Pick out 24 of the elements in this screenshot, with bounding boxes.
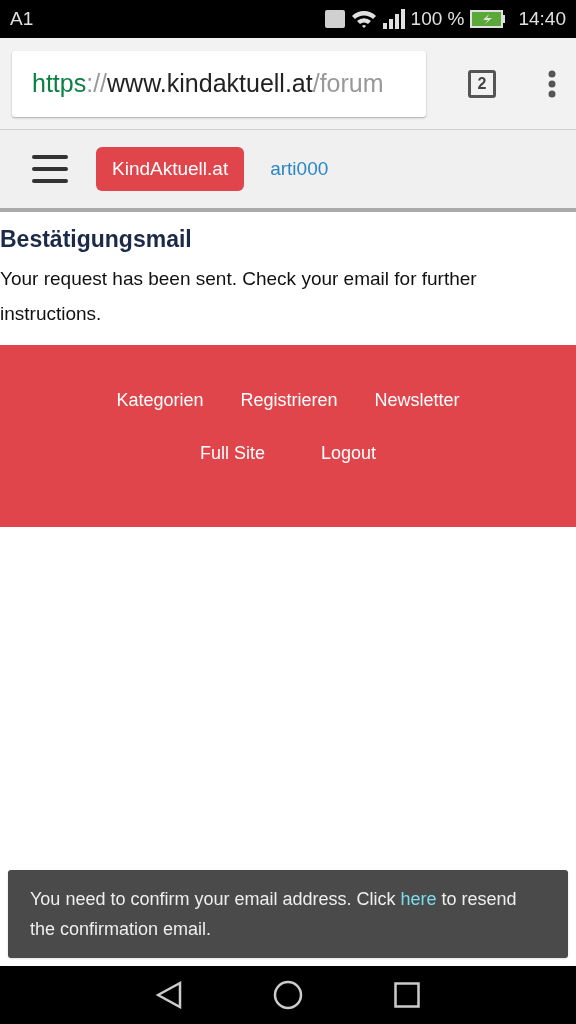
battery-icon	[470, 10, 507, 28]
tab-count-button[interactable]: 2	[468, 69, 496, 98]
carrier-label: A1	[10, 6, 34, 31]
resend-link[interactable]: here	[400, 889, 437, 909]
footer-link[interactable]: Kategorien	[116, 386, 204, 414]
footer-link[interactable]: Logout	[321, 439, 377, 467]
signal-icon	[382, 9, 405, 29]
home-icon[interactable]	[273, 980, 303, 1010]
footer-link[interactable]: Full Site	[199, 439, 265, 467]
logo-button[interactable]: KindAktuell.at	[96, 147, 245, 191]
clock: 14:40	[518, 6, 566, 31]
back-icon[interactable]	[155, 981, 182, 1009]
address-field[interactable]: https://www.kindaktuell.at/forum	[12, 50, 426, 117]
footer-link[interactable]: Registrieren	[240, 386, 338, 414]
more-icon[interactable]	[548, 69, 556, 98]
battery-percent: 100 %	[410, 6, 465, 31]
page-title: Bestätigungsmail	[0, 225, 193, 254]
menu-icon[interactable]	[32, 155, 68, 183]
snackbar-message: You need to confirm your email address. Click here to resend the confirmation email.	[30, 888, 518, 941]
recents-icon[interactable]	[394, 982, 421, 1008]
username-link[interactable]: arti000	[270, 154, 329, 184]
wifi-icon	[350, 9, 377, 29]
footer-link[interactable]: Newsletter	[374, 386, 460, 414]
message-text: Your request has been sent. Check your email for further instructions.	[0, 266, 478, 326]
